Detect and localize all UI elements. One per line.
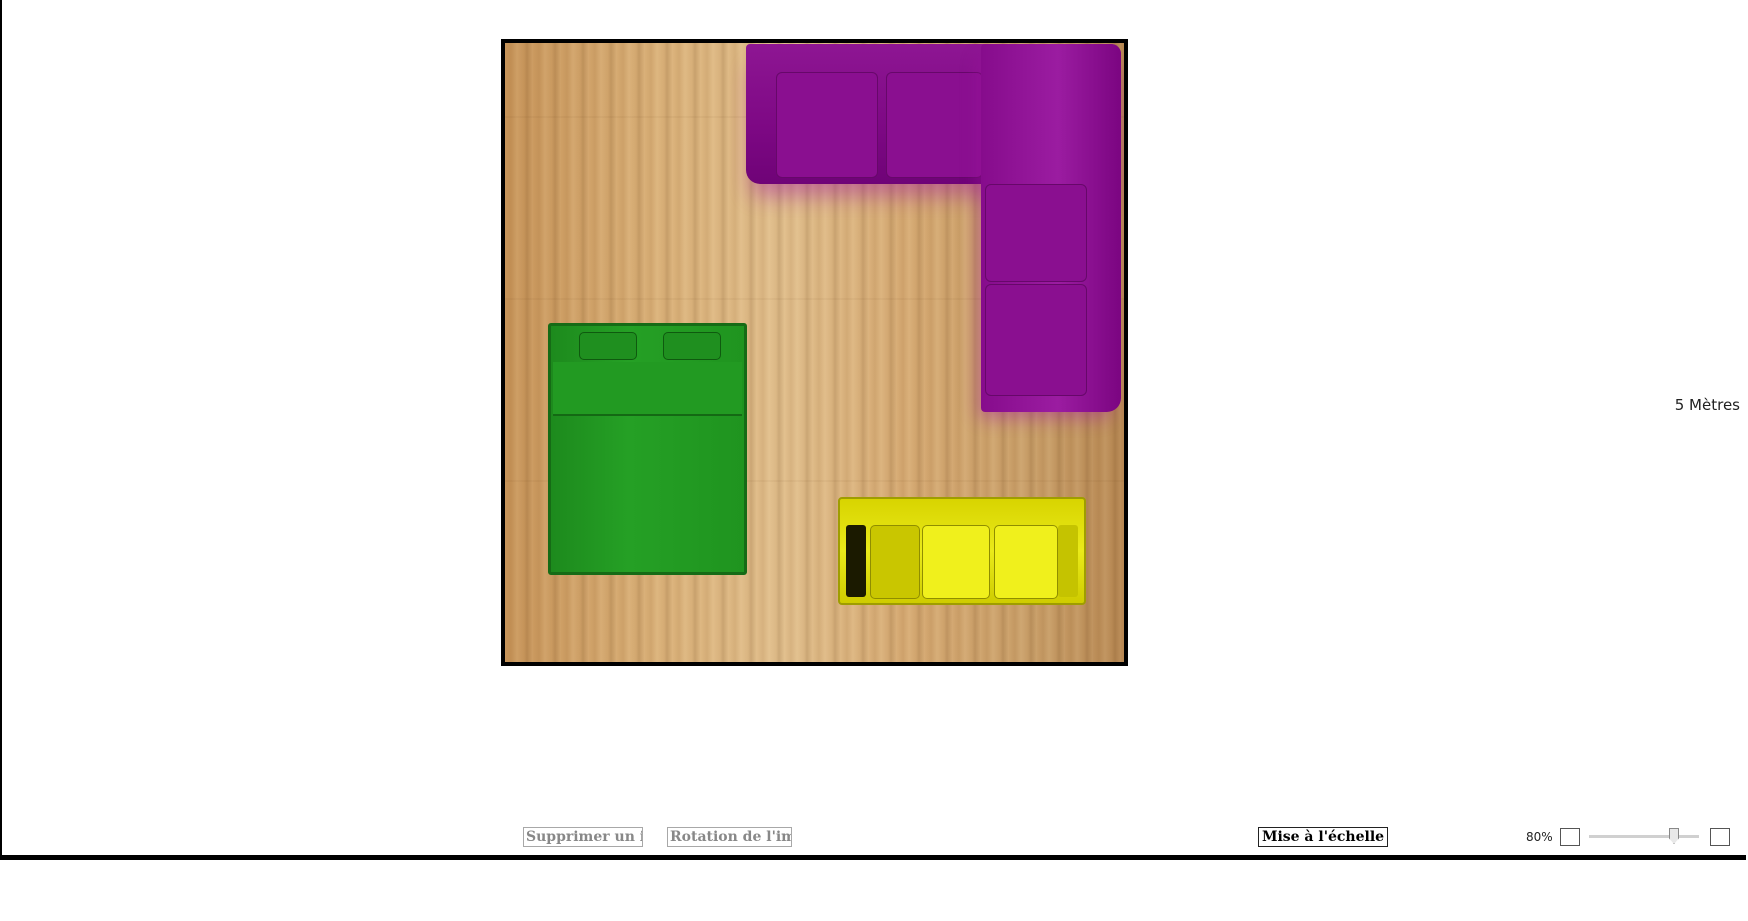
scale-label: 5 Mètres	[1674, 396, 1740, 414]
sofa-cushion	[985, 284, 1087, 396]
corner-sofa-item-side[interactable]	[981, 44, 1121, 412]
sofa-arm-right	[1058, 525, 1078, 597]
zoom-out-button[interactable]	[1560, 828, 1580, 846]
delete-item-button[interactable]: Supprimer un item	[523, 827, 643, 847]
scale-button[interactable]: Mise à l'échelle	[1258, 827, 1388, 847]
sofa-cushion	[886, 72, 983, 178]
zoom-slider[interactable]	[1589, 828, 1699, 844]
room-floor-canvas[interactable]	[501, 39, 1128, 666]
rotate-image-button[interactable]: Rotation de l'image	[667, 827, 792, 847]
three-seat-sofa-item[interactable]	[838, 497, 1086, 605]
bed-pillow	[663, 332, 721, 360]
sofa-cushion	[776, 72, 878, 178]
app-frame: 5 Mètres Supprimer un item Rotation de l…	[0, 0, 1746, 860]
sofa-seat	[870, 525, 920, 599]
bed-blanket-fold	[553, 362, 742, 416]
sofa-seat	[994, 525, 1058, 599]
sofa-seat	[922, 525, 990, 599]
bed-pillow	[579, 332, 637, 360]
sofa-arm-left	[846, 525, 866, 597]
sofa-cushion	[985, 184, 1087, 282]
zoom-percent-label: 80%	[1526, 830, 1553, 844]
zoom-slider-thumb[interactable]	[1669, 828, 1679, 844]
double-bed-item[interactable]	[548, 323, 747, 575]
zoom-in-button[interactable]	[1710, 828, 1730, 846]
